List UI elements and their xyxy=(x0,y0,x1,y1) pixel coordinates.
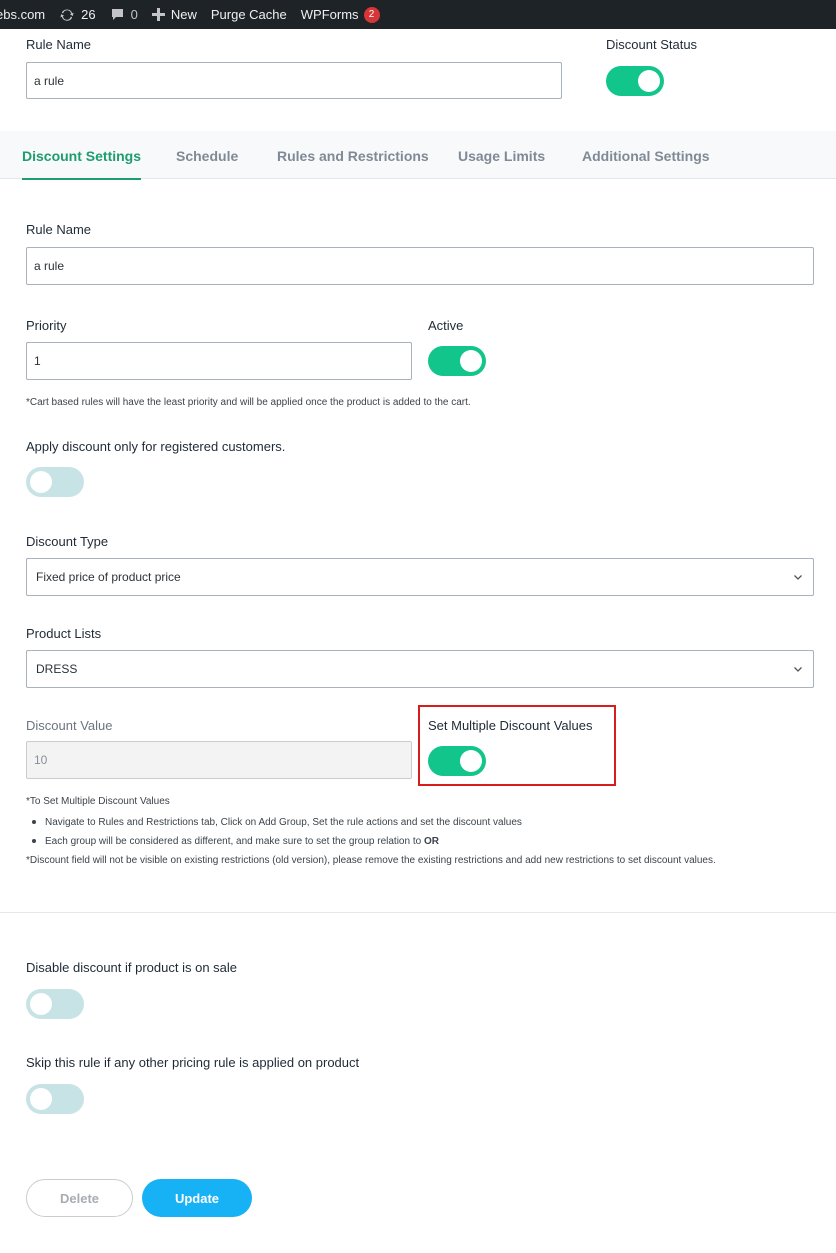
toggle-knob xyxy=(30,993,52,1015)
header-rule-name-label: Rule Name xyxy=(26,37,92,52)
chevron-down-icon xyxy=(794,575,802,580)
delete-button[interactable]: Delete xyxy=(26,1179,133,1217)
product-lists-label: Product Lists xyxy=(26,626,102,641)
tab-rules-and-restrictions[interactable]: Rules and Restrictions xyxy=(277,131,429,179)
rule-name-label: Rule Name xyxy=(26,222,92,237)
tab-additional-settings[interactable]: Additional Settings xyxy=(582,131,710,179)
product-lists-value: DRESS xyxy=(36,662,78,676)
toggle-knob xyxy=(460,750,482,772)
discount-type-value: Fixed price of product price xyxy=(36,570,181,584)
comment-icon xyxy=(111,9,123,20)
list-item-text: Navigate to Rules and Restrictions tab, … xyxy=(45,817,522,828)
header-rule-name-value: a rule xyxy=(34,73,65,88)
header-rule-name-input[interactable]: a rule xyxy=(26,62,562,99)
active-label: Active xyxy=(428,318,464,333)
registered-customers-label: Apply discount only for registered custo… xyxy=(26,439,286,454)
priority-value: 1 xyxy=(34,354,41,368)
section-divider xyxy=(0,912,836,913)
tab-usage-limits[interactable]: Usage Limits xyxy=(458,131,545,179)
settings-tab-bar: Discount Settings Schedule Rules and Res… xyxy=(0,131,836,180)
discount-status-toggle[interactable] xyxy=(606,66,664,96)
comments-link[interactable]: 0 xyxy=(103,0,145,29)
skip-rule-toggle[interactable] xyxy=(26,1084,84,1114)
wpforms-link[interactable]: WPForms 2 xyxy=(294,0,387,29)
updates-count: 26 xyxy=(81,7,96,22)
or-keyword: OR xyxy=(423,836,439,847)
admin-bar: ebs.com 26 0 New Purge Cache WPForms 2 xyxy=(0,0,836,29)
notification-badge: 2 xyxy=(363,6,380,23)
site-name-link[interactable]: ebs.com xyxy=(0,0,52,29)
discount-type-select[interactable]: Fixed price of product price xyxy=(26,558,814,596)
multiple-discount-toggle[interactable] xyxy=(428,746,486,776)
wpforms-label: WPForms xyxy=(300,7,359,22)
tab-discount-settings[interactable]: Discount Settings xyxy=(22,131,142,180)
priority-note: *Cart based rules will have the least pr… xyxy=(26,397,471,408)
list-item-text: Each group will be considered as differe… xyxy=(45,836,424,847)
discount-value-value: 10 xyxy=(34,753,48,767)
multi-note-title: *To Set Multiple Discount Values xyxy=(26,796,170,807)
rule-name-value: a rule xyxy=(34,259,65,273)
active-toggle[interactable] xyxy=(428,346,486,376)
discount-value-input: 10 xyxy=(26,741,412,779)
toggle-knob xyxy=(638,70,660,92)
list-item: Navigate to Rules and Restrictions tab, … xyxy=(32,816,522,835)
disable-on-sale-label: Disable discount if product is on sale xyxy=(26,960,238,975)
site-name-text: ebs.com xyxy=(0,7,46,22)
discount-status-label: Discount Status xyxy=(606,37,698,52)
discount-type-label: Discount Type xyxy=(26,534,109,549)
multi-note-list: Navigate to Rules and Restrictions tab, … xyxy=(32,816,522,854)
multi-note-footer: *Discount field will not be visible on e… xyxy=(26,855,716,866)
product-lists-select[interactable]: DRESS xyxy=(26,650,814,688)
discount-value-label: Discount Value xyxy=(26,718,113,733)
plus-icon xyxy=(151,8,165,21)
rule-name-input[interactable]: a rule xyxy=(26,247,814,285)
tab-schedule[interactable]: Schedule xyxy=(176,131,238,179)
priority-input[interactable]: 1 xyxy=(26,342,412,380)
priority-label: Priority xyxy=(26,318,67,333)
new-label: New xyxy=(170,7,197,22)
toggle-knob xyxy=(460,350,482,372)
list-item: Each group will be considered as differe… xyxy=(32,835,522,854)
disable-on-sale-toggle[interactable] xyxy=(26,989,84,1019)
comments-count: 0 xyxy=(130,7,138,22)
skip-rule-label: Skip this rule if any other pricing rule… xyxy=(26,1055,360,1070)
refresh-icon xyxy=(60,8,74,21)
purge-cache-label: Purge Cache xyxy=(210,7,287,22)
multiple-discount-label: Set Multiple Discount Values xyxy=(428,718,593,733)
updates-link[interactable]: 26 xyxy=(52,0,102,29)
purge-cache-link[interactable]: Purge Cache xyxy=(204,0,294,29)
toggle-knob xyxy=(30,1088,52,1110)
update-button[interactable]: Update xyxy=(142,1179,252,1217)
registered-customers-toggle[interactable] xyxy=(26,467,84,497)
new-content-link[interactable]: New xyxy=(145,0,204,29)
chevron-down-icon xyxy=(794,667,802,672)
toggle-knob xyxy=(30,471,52,493)
